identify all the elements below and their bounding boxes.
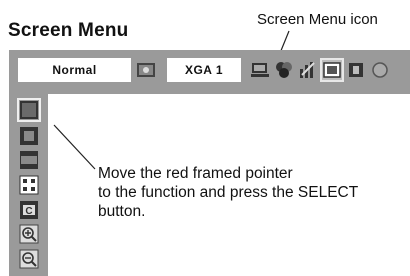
svg-text:C: C — [25, 206, 32, 217]
instruction-line-2: to the function and press the SELECT but… — [98, 184, 358, 220]
menu-bar: Normal XGA 1 — [9, 50, 410, 94]
true-screen-icon[interactable] — [19, 126, 39, 146]
callout-label: Screen Menu icon — [257, 11, 378, 28]
page-title: Screen Menu — [8, 20, 129, 41]
digital-zoom-minus-icon[interactable] — [19, 249, 39, 269]
color-adjust-icon[interactable] — [274, 60, 294, 80]
screen-menu-icon[interactable] — [320, 58, 344, 82]
screen-mode-field: Normal — [18, 58, 131, 82]
input-source-field: XGA 1 — [167, 58, 241, 82]
pc-adjust-icon[interactable] — [250, 60, 270, 80]
input-source-label: XGA 1 — [184, 63, 224, 77]
full-screen-icon[interactable] — [19, 175, 39, 195]
normal-screen-icon[interactable] — [17, 98, 41, 122]
image-adjust-icon[interactable] — [298, 60, 318, 80]
sound-icon[interactable] — [346, 60, 366, 80]
screen-mode-label: Normal — [52, 63, 97, 77]
instruction-line-1: Move the red framed pointer — [98, 165, 293, 182]
digital-zoom-plus-icon[interactable] — [19, 224, 39, 244]
wide-screen-icon[interactable] — [19, 150, 39, 170]
instruction-text: Move the red framed pointer to the funct… — [98, 164, 398, 221]
custom-screen-icon[interactable]: C — [19, 200, 39, 220]
setting-icon[interactable] — [370, 60, 390, 80]
screen-function-list: C — [9, 94, 48, 276]
image-select-icon[interactable] — [136, 60, 156, 80]
